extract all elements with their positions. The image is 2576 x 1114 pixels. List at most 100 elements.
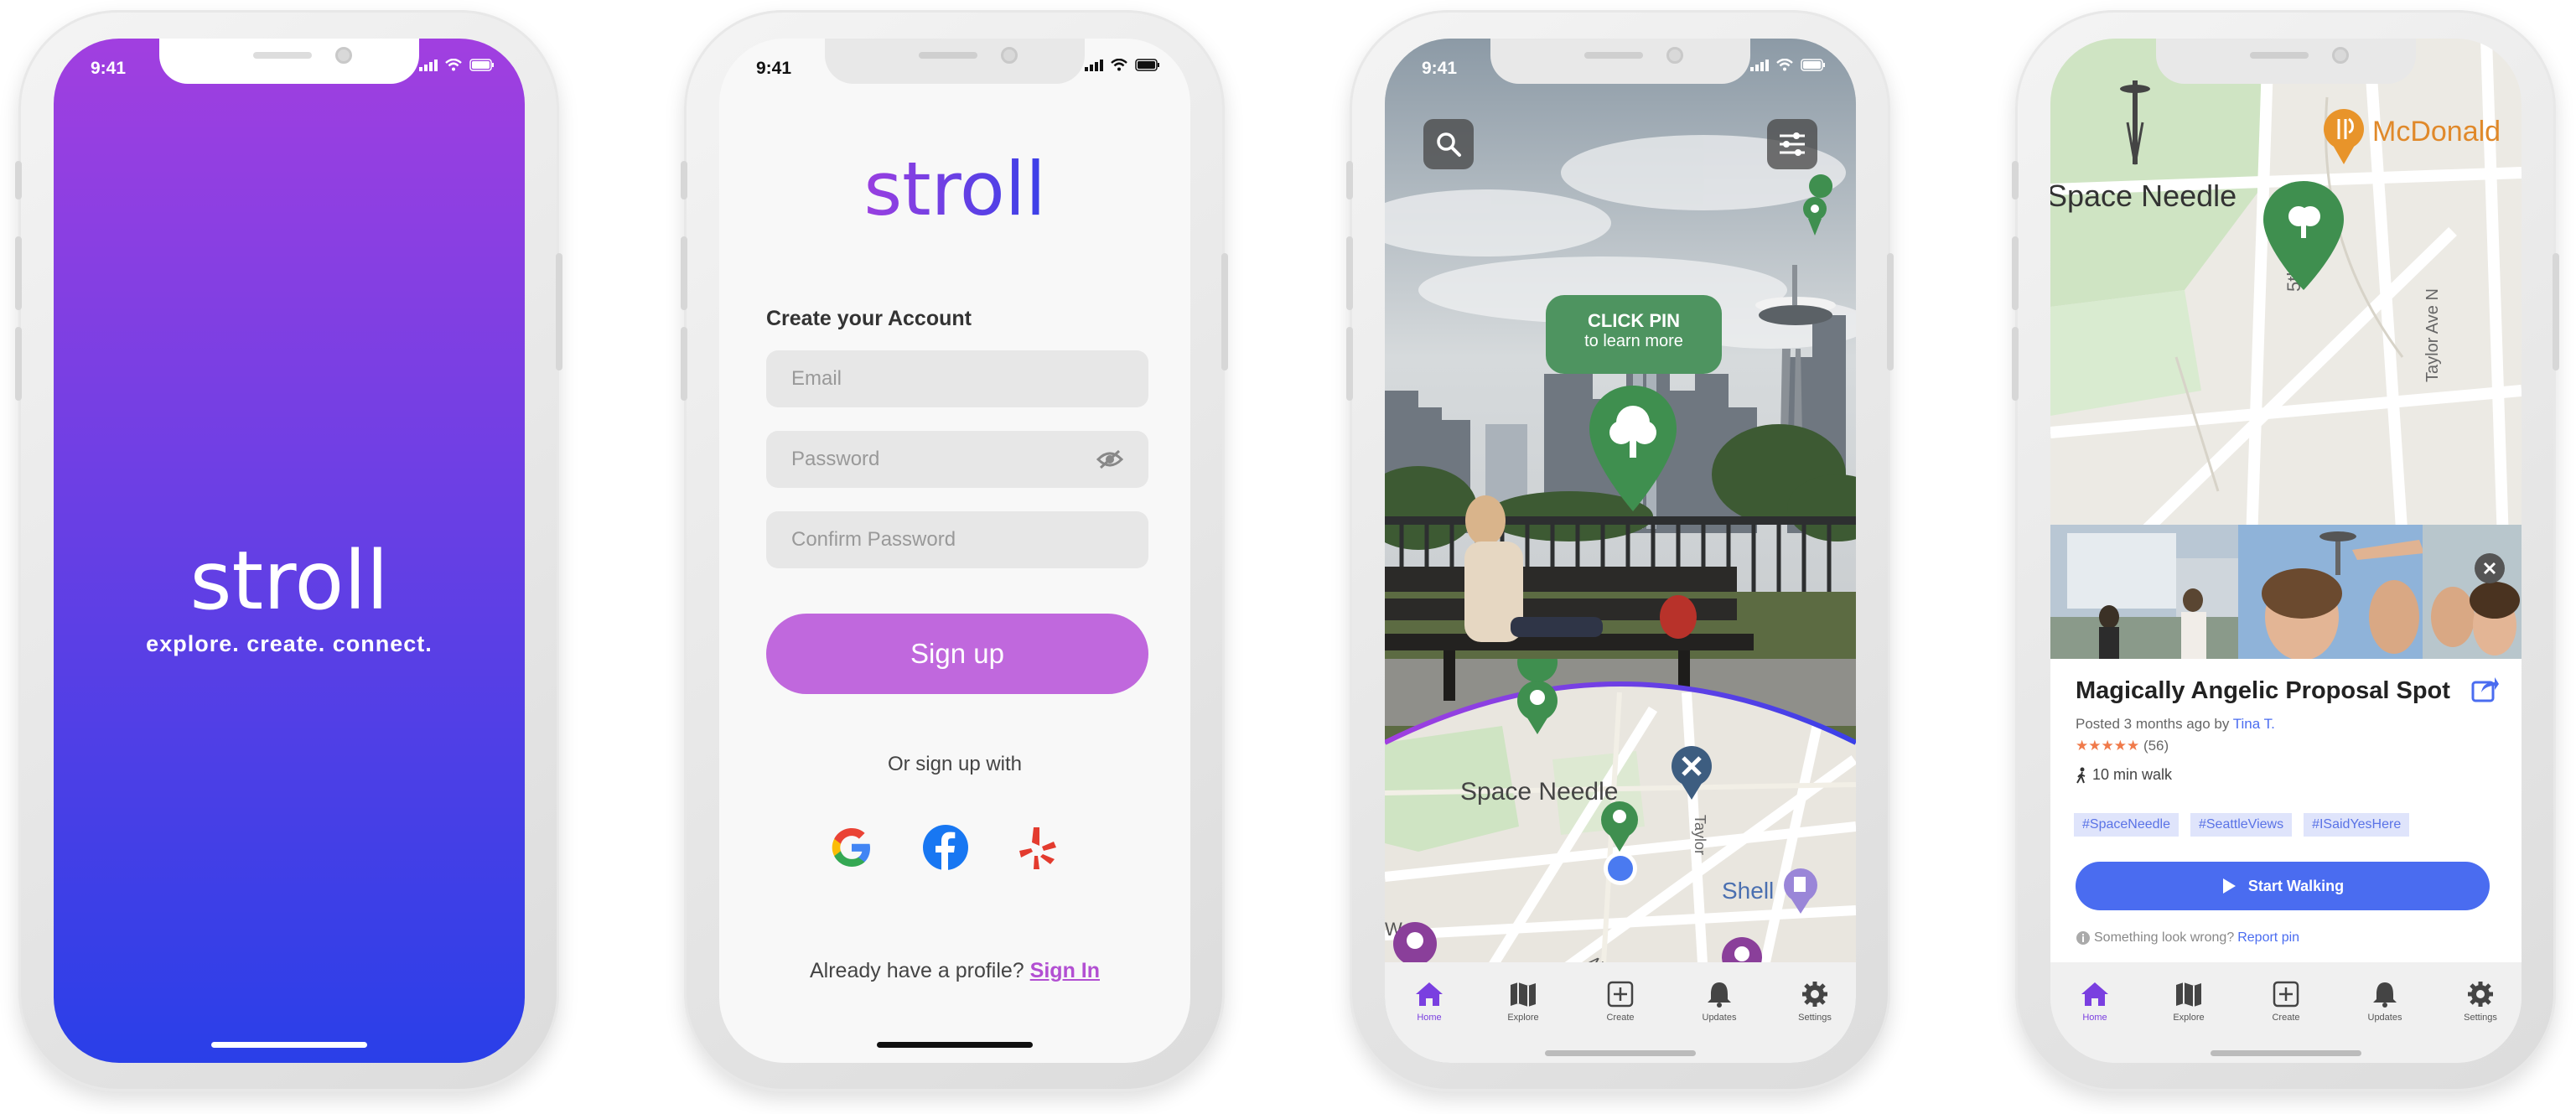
tab-home[interactable]: Home — [1392, 981, 1467, 1023]
pin-callout[interactable]: CLICK PIN to learn more — [1546, 295, 1722, 374]
report-row: Something look wrong? Report pin — [2076, 930, 2299, 946]
volume-down-button — [15, 327, 22, 401]
search-icon — [1437, 132, 1461, 157]
callout-subtitle: to learn more — [1584, 332, 1683, 350]
report-link[interactable]: Report pin — [2237, 930, 2299, 946]
map-pin-art[interactable] — [1393, 922, 1437, 966]
author-link[interactable]: Tina T. — [2233, 716, 2275, 732]
detail-map-label-mcdonalds: McDonald — [2372, 116, 2501, 148]
home-indicator — [211, 1042, 367, 1048]
status-bar: 9:41 — [54, 39, 525, 89]
tab-updates[interactable]: Updates — [1682, 981, 1757, 1023]
tab-label: Settings — [2464, 1013, 2497, 1023]
tab-explore[interactable]: Explore — [1485, 981, 1561, 1023]
email-field[interactable]: Email — [766, 350, 1148, 407]
tab-label: Home — [1417, 1013, 1442, 1023]
power-button — [1887, 253, 1894, 370]
tab-settings[interactable]: Settings — [2443, 981, 2518, 1023]
share-icon[interactable] — [2471, 676, 2500, 702]
close-button[interactable] — [2475, 553, 2505, 583]
splash-logo-group: stroll explore. create. connect. — [54, 534, 525, 657]
photo-1[interactable] — [2050, 525, 2238, 659]
rating-stars: ★★★★★ — [2076, 738, 2140, 754]
page-title: Create your Account — [766, 307, 972, 330]
or-signup-label: Or sign up with — [887, 753, 1023, 775]
status-indicators — [1085, 59, 1160, 71]
map-icon — [2176, 982, 2201, 1007]
status-indicators — [1750, 59, 1826, 71]
mockup-stage: 9:41 stroll explore. create. connect. 9:… — [0, 0, 2576, 1114]
mini-map[interactable]: Space Needle Shell Way Taylor 4th 5th — [1385, 659, 1856, 977]
tag-chip[interactable]: #SpaceNeedle — [2074, 813, 2179, 837]
status-time: 9:41 — [756, 59, 792, 78]
status-bar: 9:41 — [1385, 39, 1856, 89]
facebook-icon — [923, 825, 968, 870]
tab-label: Home — [2082, 1013, 2107, 1023]
walk-time-row: 10 min walk — [2076, 766, 2172, 784]
map-icon — [1511, 982, 1536, 1007]
eye-off-icon[interactable] — [1096, 449, 1123, 469]
tab-updates[interactable]: Updates — [2347, 981, 2423, 1023]
status-bar: 9:41 — [719, 39, 1190, 89]
map-label-space-needle: Space Needle — [1460, 778, 1618, 806]
tab-settings[interactable]: Settings — [1777, 981, 1853, 1023]
signal-icon — [1750, 59, 1769, 71]
facebook-button[interactable] — [920, 822, 971, 873]
tab-create[interactable]: Create — [1583, 981, 1658, 1023]
tag-chip[interactable]: #SeattleViews — [2190, 813, 2293, 837]
photo-3[interactable] — [2423, 525, 2522, 659]
tab-home[interactable]: Home — [2057, 981, 2133, 1023]
yelp-button[interactable] — [1013, 822, 1063, 873]
volume-up-button — [15, 236, 22, 310]
splash-tagline: explore. create. connect. — [146, 631, 433, 656]
filter-button[interactable] — [1767, 119, 1817, 169]
password-field[interactable]: Password — [766, 431, 1148, 488]
volume-down-button — [1346, 327, 1353, 401]
power-button — [556, 253, 562, 370]
callout-title: CLICK PIN — [1588, 310, 1680, 331]
posted-line: Posted 3 months ago by Tina T. — [2076, 716, 2275, 733]
confirm-password-field[interactable]: Confirm Password — [766, 511, 1148, 568]
info-icon — [2076, 931, 2090, 945]
map-label-taylor: Taylor — [1692, 815, 1708, 855]
mute-switch — [1346, 161, 1353, 199]
tag-list: #SpaceNeedle #SeattleViews #ISaidYesHere — [2074, 813, 2421, 837]
plus-box-icon — [1607, 981, 1634, 1008]
home-indicator — [2211, 1050, 2361, 1056]
photo-2[interactable] — [2238, 525, 2424, 659]
google-button[interactable] — [827, 822, 877, 873]
mute-switch — [681, 161, 687, 199]
start-walking-button[interactable]: Start Walking — [2076, 862, 2490, 910]
tab-explore[interactable]: Explore — [2151, 981, 2226, 1023]
pin-detail-card: Magically Angelic Proposal Spot Posted 3… — [2050, 659, 2522, 969]
detail-map[interactable]: Space Needle McDonald Taylor Ave N 5th — [2050, 39, 2522, 541]
start-walking-label: Start Walking — [2247, 877, 2345, 894]
tag-chip[interactable]: #ISaidYesHere — [2304, 813, 2410, 837]
status-time: 9:41 — [1422, 59, 1458, 78]
signin-link[interactable]: Sign In — [1030, 959, 1100, 982]
signal-icon — [419, 59, 438, 71]
play-icon — [2222, 878, 2236, 894]
volume-up-button — [2012, 236, 2019, 310]
rating-row: ★★★★★ (56) — [2076, 738, 2169, 754]
ar-location-pin[interactable] — [1584, 382, 1682, 516]
yelp-icon — [1019, 827, 1056, 869]
close-icon — [2483, 562, 2496, 575]
home-icon — [1416, 982, 1443, 1006]
battery-icon — [469, 59, 494, 71]
wifi-icon — [1111, 59, 1127, 71]
search-button[interactable] — [1423, 119, 1474, 169]
signin-prompt: Already have a profile? Sign In — [719, 959, 1190, 983]
tab-label: Settings — [1798, 1013, 1832, 1023]
plus-box-icon — [2273, 981, 2299, 1008]
signup-button[interactable]: Sign up — [766, 614, 1148, 694]
pin-detail-screen: Space Needle McDonald Taylor Ave N 5th — [2050, 39, 2522, 1063]
mute-switch — [15, 161, 22, 199]
wifi-icon — [445, 59, 462, 71]
tab-create[interactable]: Create — [2248, 981, 2324, 1023]
posted-text: Posted 3 months ago by — [2076, 716, 2230, 732]
status-time: 9:41 — [91, 59, 127, 78]
photo-carousel[interactable] — [2050, 525, 2522, 659]
power-button — [1221, 253, 1228, 370]
home-indicator — [877, 1042, 1033, 1048]
